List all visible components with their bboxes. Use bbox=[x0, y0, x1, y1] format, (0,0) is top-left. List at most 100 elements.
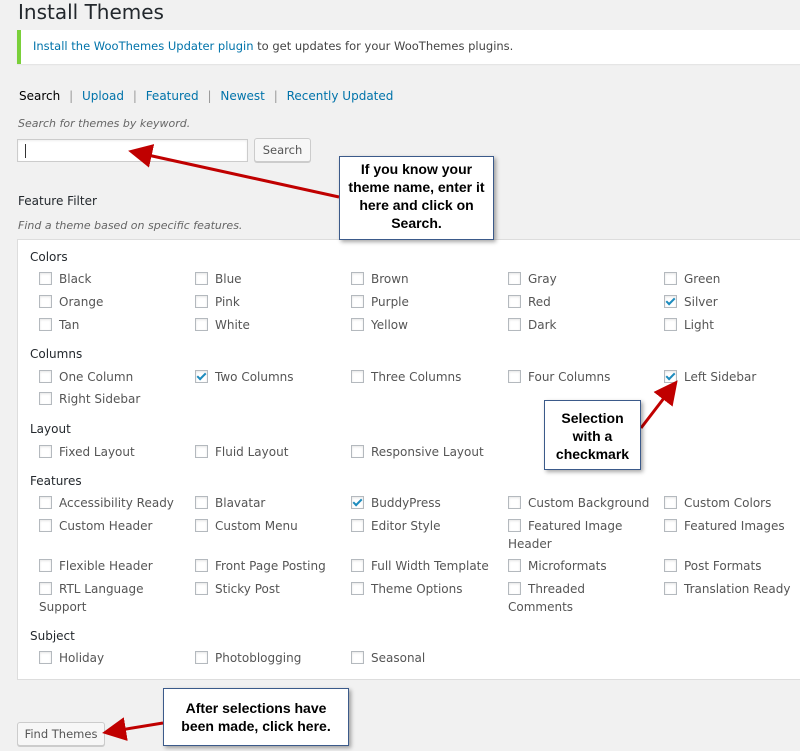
checkbox-label: Fluid Layout bbox=[215, 445, 289, 459]
checkbox-label: Yellow bbox=[371, 318, 408, 332]
checkbox-unchecked[interactable] bbox=[664, 272, 677, 285]
checkbox-checked[interactable] bbox=[195, 370, 208, 383]
checkbox-label: Custom Menu bbox=[215, 519, 298, 533]
checkbox-unchecked[interactable] bbox=[508, 318, 521, 331]
checkbox-label: Theme Options bbox=[371, 582, 463, 596]
checkbox-unchecked[interactable] bbox=[664, 559, 677, 572]
group-label-layout: Layout bbox=[30, 422, 71, 436]
feature-filter-title: Feature Filter bbox=[18, 194, 97, 208]
callout-selection-checkmark: Selection with a checkmark bbox=[544, 400, 641, 470]
feature-filter-hint: Find a theme based on specific features. bbox=[18, 219, 243, 232]
checkbox-checked[interactable] bbox=[351, 496, 364, 509]
checkbox-unchecked[interactable] bbox=[664, 496, 677, 509]
checkbox-label: Custom Background bbox=[528, 496, 650, 510]
search-input[interactable] bbox=[17, 139, 248, 162]
checkbox-label: Orange bbox=[59, 295, 104, 309]
checkbox-unchecked[interactable] bbox=[508, 519, 521, 532]
subnav-separator: | bbox=[273, 89, 278, 103]
search-button[interactable]: Search bbox=[254, 138, 311, 162]
checkbox-unchecked[interactable] bbox=[351, 519, 364, 532]
checkbox-unchecked[interactable] bbox=[351, 295, 364, 308]
checkbox-unchecked[interactable] bbox=[664, 519, 677, 532]
checkbox-label: Translation Ready bbox=[684, 582, 791, 596]
checkbox-unchecked[interactable] bbox=[508, 295, 521, 308]
checkbox-unchecked[interactable] bbox=[39, 519, 52, 532]
checkbox-label: Sticky Post bbox=[215, 582, 280, 596]
group-label-columns: Columns bbox=[30, 347, 83, 361]
checkbox-unchecked[interactable] bbox=[195, 445, 208, 458]
subnav-featured[interactable]: Featured bbox=[146, 89, 199, 103]
woothemes-updater-link[interactable]: Install the WooThemes Updater plugin bbox=[33, 39, 253, 53]
find-themes-button[interactable]: Find Themes bbox=[17, 722, 105, 746]
checkbox-unchecked[interactable] bbox=[508, 582, 521, 595]
checkbox-unchecked[interactable] bbox=[508, 370, 521, 383]
checkbox-unchecked[interactable] bbox=[195, 318, 208, 331]
checkbox-label-continued: Header bbox=[508, 537, 552, 551]
subnav-recently-updated[interactable]: Recently Updated bbox=[287, 89, 394, 103]
search-hint: Search for themes by keyword. bbox=[18, 117, 191, 130]
checkbox-unchecked[interactable] bbox=[195, 496, 208, 509]
checkbox-unchecked[interactable] bbox=[351, 559, 364, 572]
checkbox-unchecked[interactable] bbox=[351, 318, 364, 331]
checkbox-unchecked[interactable] bbox=[508, 272, 521, 285]
checkbox-unchecked[interactable] bbox=[39, 392, 52, 405]
checkbox-label: Responsive Layout bbox=[371, 445, 484, 459]
checkbox-unchecked[interactable] bbox=[195, 651, 208, 664]
checkbox-unchecked[interactable] bbox=[508, 559, 521, 572]
checkbox-unchecked[interactable] bbox=[664, 318, 677, 331]
checkbox-unchecked[interactable] bbox=[351, 272, 364, 285]
checkbox-label: Full Width Template bbox=[371, 559, 489, 573]
checkbox-unchecked[interactable] bbox=[508, 496, 521, 509]
subnav-separator: | bbox=[207, 89, 212, 103]
checkbox-label: One Column bbox=[59, 370, 134, 384]
checkbox-unchecked[interactable] bbox=[39, 651, 52, 664]
checkbox-unchecked[interactable] bbox=[39, 272, 52, 285]
checkbox-checked[interactable] bbox=[664, 295, 677, 308]
checkbox-label: Featured Images bbox=[684, 519, 785, 533]
checkbox-label: Three Columns bbox=[371, 370, 462, 384]
callout-find-themes-instruction: After selections have been made, click h… bbox=[163, 688, 349, 746]
checkbox-unchecked[interactable] bbox=[664, 582, 677, 595]
checkbox-unchecked[interactable] bbox=[195, 582, 208, 595]
checkbox-unchecked[interactable] bbox=[39, 318, 52, 331]
checkbox-label: Four Columns bbox=[528, 370, 611, 384]
subnav-separator: | bbox=[69, 89, 74, 103]
checkbox-label: Gray bbox=[528, 272, 557, 286]
checkbox-label: Purple bbox=[371, 295, 409, 309]
checkbox-unchecked[interactable] bbox=[351, 370, 364, 383]
checkbox-label: Custom Colors bbox=[684, 496, 772, 510]
subnav-newest[interactable]: Newest bbox=[220, 89, 265, 103]
checkbox-label: BuddyPress bbox=[371, 496, 441, 510]
checkbox-unchecked[interactable] bbox=[39, 559, 52, 572]
checkbox-label: Tan bbox=[59, 318, 80, 332]
checkbox-label: Green bbox=[684, 272, 721, 286]
checkbox-label: Brown bbox=[371, 272, 409, 286]
checkbox-label: Seasonal bbox=[371, 651, 426, 665]
checkbox-unchecked[interactable] bbox=[195, 295, 208, 308]
checkbox-label: Two Columns bbox=[215, 370, 294, 384]
checkbox-label: Featured Image bbox=[528, 519, 623, 533]
subnav-search[interactable]: Search bbox=[19, 89, 60, 103]
checkbox-label: Editor Style bbox=[371, 519, 441, 533]
checkbox-unchecked[interactable] bbox=[39, 496, 52, 509]
subnav-upload[interactable]: Upload bbox=[82, 89, 124, 103]
checkbox-label: Black bbox=[59, 272, 92, 286]
checkbox-unchecked[interactable] bbox=[351, 582, 364, 595]
checkbox-checked[interactable] bbox=[664, 370, 677, 383]
checkbox-unchecked[interactable] bbox=[195, 519, 208, 532]
group-label-colors: Colors bbox=[30, 250, 68, 264]
checkbox-label: Blue bbox=[215, 272, 242, 286]
checkbox-unchecked[interactable] bbox=[39, 582, 52, 595]
checkbox-unchecked[interactable] bbox=[39, 370, 52, 383]
checkbox-unchecked[interactable] bbox=[39, 295, 52, 308]
checkbox-unchecked[interactable] bbox=[195, 559, 208, 572]
checkbox-unchecked[interactable] bbox=[39, 445, 52, 458]
subnav-separator: | bbox=[132, 89, 137, 103]
checkbox-label: Silver bbox=[684, 295, 718, 309]
checkbox-label-continued: Support bbox=[39, 600, 87, 614]
checkbox-unchecked[interactable] bbox=[195, 272, 208, 285]
checkbox-unchecked[interactable] bbox=[351, 445, 364, 458]
checkbox-unchecked[interactable] bbox=[351, 651, 364, 664]
checkbox-label: Threaded bbox=[528, 582, 585, 596]
checkbox-label: White bbox=[215, 318, 250, 332]
